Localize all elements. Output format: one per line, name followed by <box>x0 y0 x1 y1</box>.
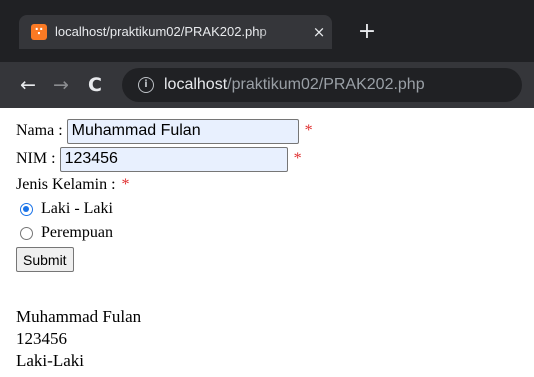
info-icon[interactable]: i <box>138 77 154 93</box>
submit-button[interactable]: Submit <box>16 247 74 272</box>
url-host: localhost <box>164 76 228 93</box>
nama-label: Nama : <box>16 122 63 139</box>
url-path: /praktikum02/PRAK202.php <box>227 76 425 93</box>
radio-button-unchecked[interactable] <box>20 226 33 240</box>
radio-laki-laki[interactable]: Laki - Laki <box>16 197 313 221</box>
result-jenis-kelamin: Laki-Laki <box>16 351 84 370</box>
result-output: Muhammad Fulan 123456 Laki-Laki <box>16 306 141 372</box>
close-tab-icon[interactable]: × <box>311 23 327 41</box>
jenis-kelamin-row: Jenis Kelamin : * <box>16 173 313 197</box>
tab-title-fade <box>259 23 281 41</box>
browser-toolbar: ← → C i localhost/praktikum02/PRAK202.ph… <box>0 62 534 108</box>
radio-label: Perempuan <box>41 224 113 241</box>
radio-label: Laki - Laki <box>41 200 113 217</box>
radio-button-checked[interactable] <box>20 202 33 216</box>
nama-row: Nama : * <box>16 117 313 145</box>
browser-tab-bar: ∵ localhost/praktikum02/PRAK202.php × + <box>0 0 534 62</box>
address-bar[interactable]: i localhost/praktikum02/PRAK202.php <box>122 68 522 102</box>
nim-input[interactable] <box>59 146 288 172</box>
result-nama: Muhammad Fulan <box>16 307 142 326</box>
nama-input[interactable] <box>66 118 299 144</box>
page-content: Nama : * NIM : * Jenis Kelamin : * Laki … <box>16 117 313 272</box>
xampp-icon: ∵ <box>31 24 47 40</box>
new-tab-icon[interactable]: + <box>356 21 378 43</box>
back-icon[interactable]: ← <box>15 72 41 98</box>
required-mark: * <box>121 176 130 193</box>
reload-icon[interactable]: C <box>82 72 108 98</box>
forward-icon[interactable]: → <box>48 72 74 98</box>
jenis-kelamin-label: Jenis Kelamin : <box>16 176 116 193</box>
required-mark: * <box>293 150 302 167</box>
url-text[interactable]: localhost/praktikum02/PRAK202.php <box>164 75 425 95</box>
tab-title: localhost/praktikum02/PRAK202.php <box>55 24 267 39</box>
required-mark: * <box>304 122 313 139</box>
nim-row: NIM : * <box>16 145 313 173</box>
browser-tab[interactable]: ∵ localhost/praktikum02/PRAK202.php × <box>19 15 332 49</box>
radio-perempuan[interactable]: Perempuan <box>16 221 313 245</box>
nim-label: NIM : <box>16 150 56 167</box>
result-nim: 123456 <box>16 329 67 348</box>
